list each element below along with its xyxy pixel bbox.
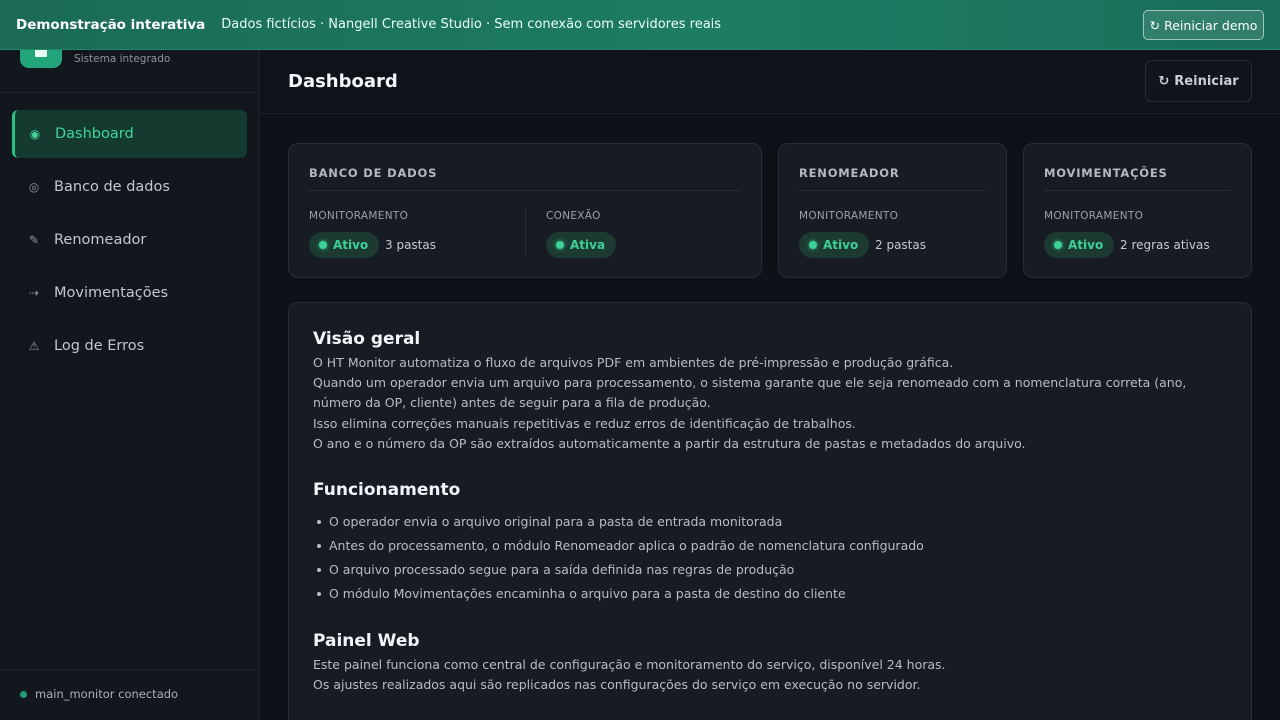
active-dot-icon (319, 241, 327, 249)
pencil-icon: ✎ (28, 233, 40, 247)
card-title: RENOMEADOR (799, 166, 900, 180)
card-banco-de-dados: BANCO DE DADOS MONITORAMENTO Ativo 3 pas… (288, 143, 762, 278)
database-icon: ◎ (28, 180, 40, 194)
monitoring-value: 2 pastas (875, 238, 926, 252)
brand-subtitle: Sistema integrado (74, 53, 171, 65)
page-header: Dashboard ↻ Reiniciar (260, 50, 1280, 114)
active-dot-icon (809, 241, 817, 249)
list-item: O módulo Movimentações encaminha o arqui… (317, 582, 1213, 606)
status-badge: Ativo (309, 232, 380, 258)
sidebar-item-movimentacoes[interactable]: ⇢ Movimentações (12, 269, 247, 317)
card-movimentacoes: MOVIMENTAÇÕES MONITORAMENTO Ativo 2 regr… (1023, 143, 1252, 278)
sidebar-nav: ◉ Dashboard ◎ Banco de dados ✎ Renomeado… (12, 110, 247, 375)
sidebar-item-label: Dashboard (55, 126, 134, 142)
connection-status-text: main_monitor conectado (35, 687, 179, 701)
section-heading: Visão geral (313, 329, 421, 349)
monitoring-value: 2 regras ativas (1120, 238, 1210, 252)
sidebar-item-label: Banco de dados (54, 179, 170, 195)
status-badge: Ativo (1044, 232, 1115, 258)
card-title: MOVIMENTAÇÕES (1044, 166, 1168, 180)
connection-badge-text: Ativa (570, 238, 606, 252)
warning-icon: ⚠ (28, 339, 40, 353)
active-dot-icon (1054, 241, 1062, 249)
sidebar-item-label: Renomeador (54, 232, 147, 248)
section-heading: Painel Web (313, 631, 420, 652)
banner-title: Demonstração interativa (16, 16, 206, 33)
arrow-right-icon: ⇢ (28, 286, 40, 300)
sidebar-item-banco-de-dados[interactable]: ◎ Banco de dados (12, 163, 247, 211)
sidebar-item-log-de-erros[interactable]: ⚠ Log de Erros (12, 322, 247, 370)
monitoring-value: 3 pastas (385, 238, 436, 252)
connection-status: main_monitor conectado (20, 687, 178, 701)
sidebar-divider (0, 92, 259, 93)
reset-demo-label: Reiniciar demo (1164, 17, 1258, 33)
connection-label: CONEXÃO (546, 210, 601, 222)
card-renomeador: RENOMEADOR MONITORAMENTO Ativo 2 pastas (778, 143, 1007, 278)
monitoring-label: MONITORAMENTO (1044, 210, 1144, 222)
overview-line: Este painel funciona como central de con… (313, 657, 946, 673)
refresh-icon: ↻ (1158, 73, 1170, 89)
card-title: BANCO DE DADOS (309, 166, 438, 180)
refresh-icon: ↻ (1149, 17, 1161, 33)
monitoring-label: MONITORAMENTO (799, 210, 899, 222)
reset-label: Reiniciar (1174, 73, 1239, 89)
list-item: Antes do processamento, o módulo Renomea… (317, 534, 1213, 558)
sidebar: Sistema integrado ◉ Dashboard ◎ Banco de… (0, 44, 260, 720)
card-divider (1044, 190, 1231, 191)
overview-line: Os ajustes realizados aqui são replicado… (313, 677, 921, 693)
monitoring-label: MONITORAMENTO (309, 210, 409, 222)
active-dot-icon (556, 241, 564, 249)
overview-panel: Visão geral O HT Monitor automatiza o fl… (288, 302, 1252, 720)
status-badge-text: Ativo (823, 238, 859, 252)
sidebar-item-label: Movimentações (54, 285, 169, 301)
connection-badge: Ativa (546, 232, 617, 258)
overview-line: O HT Monitor automatiza o fluxo de arqui… (313, 355, 954, 370)
overview-line: Isso elimina correções manuais repetitiv… (313, 415, 856, 431)
status-badge-text: Ativo (333, 238, 369, 252)
steps-list: O operador envia o arquivo original para… (317, 510, 1213, 606)
banner-text: Dados fictícios · Nangell Creative Studi… (221, 17, 722, 32)
status-badge: Ativo (799, 232, 870, 258)
card-divider (799, 190, 986, 191)
section-heading: Funcionamento (313, 480, 461, 501)
reset-button[interactable]: ↻ Reiniciar (1145, 60, 1252, 102)
sidebar-footer-divider (0, 669, 259, 670)
demo-banner: Demonstração interativa Dados fictícios … (0, 0, 1280, 50)
page-title: Dashboard (288, 71, 398, 92)
card-divider (309, 190, 741, 191)
list-item: O operador envia o arquivo original para… (317, 510, 1213, 534)
overview-line: Quando um operador envia um arquivo para… (313, 375, 1187, 411)
sidebar-item-label: Log de Erros (54, 338, 145, 354)
status-dot-icon (20, 690, 27, 698)
sidebar-item-dashboard[interactable]: ◉ Dashboard (12, 110, 247, 158)
metric-separator (525, 208, 526, 256)
sidebar-item-renomeador[interactable]: ✎ Renomeador (12, 216, 247, 264)
overview-line: O ano e o número da OP são extraídos aut… (313, 435, 1026, 451)
list-item: O arquivo processado segue para a saída … (317, 558, 1213, 582)
status-badge-text: Ativo (1068, 238, 1104, 252)
dashboard-icon: ◉ (29, 127, 41, 141)
main-content: Dashboard ↻ Reiniciar BANCO DE DADOS MON… (260, 50, 1280, 720)
reset-demo-button[interactable]: ↻ Reiniciar demo (1143, 10, 1264, 40)
